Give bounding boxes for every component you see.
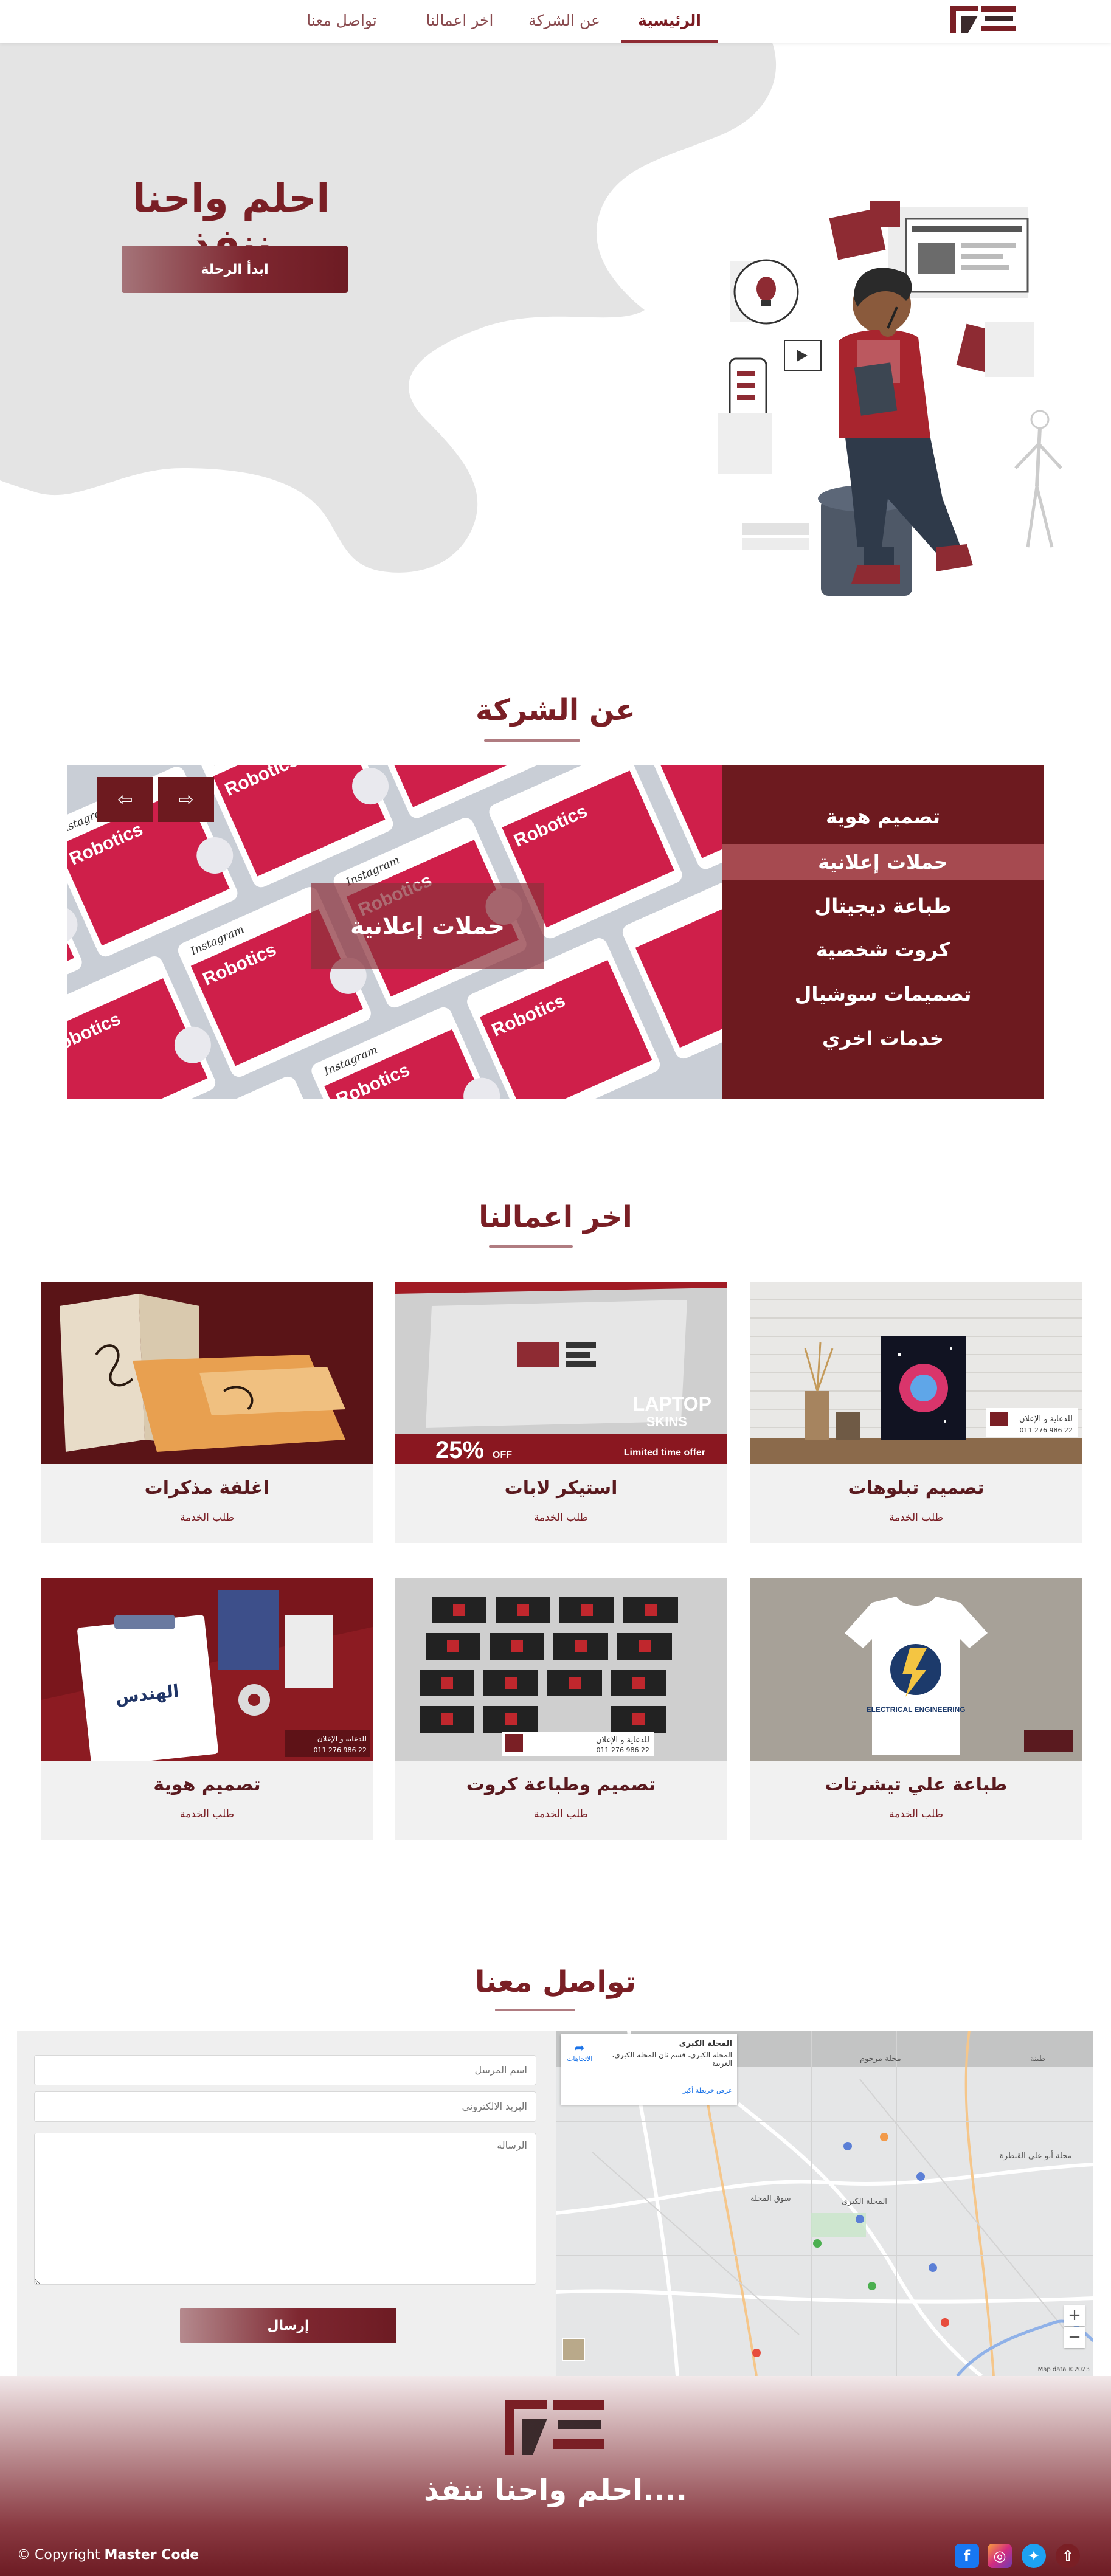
- footer-logo: [505, 2400, 604, 2455]
- svg-text:SKINS: SKINS: [646, 1414, 687, 1429]
- work-card: ELECTRICAL ENGINEERING طباعة علي تيشرتات…: [750, 1578, 1082, 1840]
- svg-text:للدعاية و الإعلان: للدعاية و الإعلان: [317, 1735, 367, 1744]
- service-item-other[interactable]: خدمات اخري: [722, 1020, 1044, 1057]
- works-title-underline: [489, 1245, 573, 1248]
- svg-text:للدعاية و الإعلان: للدعاية و الإعلان: [1019, 1415, 1073, 1424]
- svg-text:للدعاية و الإعلان: للدعاية و الإعلان: [596, 1736, 649, 1745]
- about-section-title: عن الشركة: [476, 693, 635, 727]
- slider-prev-arrow-icon[interactable]: ⇦: [97, 777, 153, 822]
- contact-section: إرسال: [17, 2031, 1093, 2376]
- hero-section: احلم واحنا ننفذ ابدأ الرحلة: [0, 43, 1111, 608]
- top-navbar: الرئيسية عن الشركة اخر اعمالنا تواصل معن…: [0, 0, 1111, 43]
- work-card-title: طباعة علي تيشرتات: [825, 1774, 1008, 1795]
- work-card: للدعاية و الإعلان 011 276 986 22 تصميم ت…: [750, 1282, 1082, 1543]
- work-card: للدعاية و الإعلان 011 276 986 22 تصميم و…: [395, 1578, 727, 1840]
- copyright-brand: Master Code: [104, 2547, 199, 2563]
- tshirt-print-image: ELECTRICAL ENGINEERING: [750, 1578, 1082, 1761]
- work-card: الهندس للدعاية و الإعلان 011 276 986 22 …: [41, 1578, 373, 1840]
- svg-text:011 276 986 22: 011 276 986 22: [597, 1746, 649, 1754]
- contact-title-underline: [495, 2009, 575, 2011]
- work-card-title: تصميم تبلوهات: [848, 1477, 985, 1499]
- start-journey-button[interactable]: ابدأ الرحلة: [122, 246, 348, 293]
- work-card: اغلفة مذكرات طلب الخدمة: [41, 1282, 373, 1543]
- about-title-underline: [484, 739, 580, 742]
- request-service-link[interactable]: طلب الخدمة: [750, 1511, 1082, 1524]
- notebook-covers-image: [41, 1282, 373, 1464]
- instagram-icon[interactable]: ◎: [988, 2544, 1012, 2568]
- work-card-title: اغلفة مذكرات: [144, 1477, 270, 1499]
- request-service-link[interactable]: طلب الخدمة: [750, 1808, 1082, 1820]
- svg-text:011 276 986 22: 011 276 986 22: [314, 1746, 367, 1754]
- zoom-in-icon[interactable]: +: [1064, 2305, 1085, 2326]
- copyright-prefix: © Copyright: [17, 2547, 100, 2563]
- site-footer: احلم واحنا ننفذ.... © Copyright Master C…: [0, 2376, 1111, 2576]
- map-satellite-toggle[interactable]: [562, 2338, 585, 2361]
- brand-identity-image: الهندس للدعاية و الإعلان 011 276 986 22: [41, 1578, 373, 1761]
- nav-link-works[interactable]: اخر اعمالنا: [411, 9, 508, 33]
- work-card-title: تصميم وطباعة كروت: [466, 1774, 656, 1795]
- work-card-title: تصميم هوية: [153, 1774, 261, 1795]
- svg-text:محلة مرحوم: محلة مرحوم: [860, 2054, 901, 2063]
- canvas-painting-image: للدعاية و الإعلان 011 276 986 22: [750, 1282, 1082, 1464]
- service-item-social-designs[interactable]: تصميمات سوشيال: [722, 976, 1044, 1012]
- service-item-digital-print[interactable]: طباعة ديجيتال: [722, 888, 1044, 924]
- work-card: LAPTOP SKINS 25% OFF Limited time offer …: [395, 1282, 727, 1543]
- svg-text:طبنة: طبنة: [1030, 2054, 1045, 2063]
- work-card-title: استيكر لابات: [504, 1477, 618, 1499]
- send-button[interactable]: إرسال: [180, 2308, 396, 2343]
- google-map[interactable]: المحلة الكبرى محلة أبو علي القنطرة سوق ا…: [556, 2031, 1093, 2376]
- map-place-card: المحلة الكبرى المحلة الكبرى، قسم ثان الم…: [561, 2034, 737, 2105]
- nav-link-about[interactable]: عن الشركة: [522, 9, 607, 33]
- svg-text:محلة أبو علي القنطرة: محلة أبو علي القنطرة: [1000, 2150, 1072, 2161]
- view-larger-map-link[interactable]: عرض خريطة أكبر: [683, 2087, 732, 2094]
- thinking-man-illustration: [718, 201, 1062, 596]
- request-service-link[interactable]: طلب الخدمة: [395, 1511, 727, 1524]
- svg-text:011 276 986 22: 011 276 986 22: [1020, 1426, 1073, 1434]
- sender-name-field[interactable]: [34, 2055, 536, 2085]
- contact-section-title: تواصل معنا: [475, 1965, 636, 1999]
- svg-text:Limited time offer: Limited time offer: [624, 1448, 705, 1458]
- svg-text:25%: 25%: [435, 1437, 484, 1463]
- services-menu: تصميم هوية حملات إعلانية طباعة ديجيتال ك…: [722, 765, 1044, 1099]
- svg-text:LAPTOP: LAPTOP: [633, 1393, 711, 1415]
- directions-icon: ➦: [574, 2040, 585, 2055]
- service-item-identity[interactable]: تصميم هوية: [722, 798, 1044, 835]
- svg-text:سوق المحلة: سوق المحلة: [750, 2194, 791, 2203]
- request-service-link[interactable]: طلب الخدمة: [41, 1511, 373, 1524]
- svg-text:OFF: OFF: [493, 1450, 512, 1460]
- facebook-icon[interactable]: f: [955, 2544, 979, 2568]
- directions-link[interactable]: ➦ الاتجاهات: [567, 2040, 592, 2063]
- about-slider: Robotics Robotics Robotics Robotics Robo…: [67, 765, 722, 1099]
- business-cards-image: للدعاية و الإعلان 011 276 986 22: [395, 1578, 727, 1761]
- copyright: © Copyright Master Code: [17, 2547, 199, 2563]
- footer-tagline: احلم واحنا ننفذ....: [423, 2473, 688, 2507]
- nav-link-home[interactable]: الرئيسية: [621, 9, 718, 43]
- request-service-link[interactable]: طلب الخدمة: [395, 1808, 727, 1820]
- hero-background-blob: [0, 43, 777, 573]
- slider-next-arrow-icon[interactable]: ⇨: [158, 777, 214, 822]
- message-field[interactable]: [34, 2133, 536, 2285]
- slide-caption: حملات إعلانية: [311, 883, 544, 969]
- about-section: Robotics Robotics Robotics Robotics Robo…: [67, 765, 1044, 1099]
- request-service-link[interactable]: طلب الخدمة: [41, 1808, 373, 1820]
- laptop-skins-image: LAPTOP SKINS 25% OFF Limited time offer: [395, 1282, 727, 1464]
- service-item-ad-campaigns[interactable]: حملات إعلانية: [722, 844, 1044, 880]
- scroll-to-top-icon[interactable]: ⇧: [1056, 2544, 1080, 2568]
- nav-link-contact[interactable]: تواصل معنا: [293, 9, 390, 33]
- zoom-out-icon[interactable]: −: [1064, 2327, 1085, 2348]
- email-field[interactable]: [34, 2091, 536, 2122]
- twitter-icon[interactable]: ✦: [1022, 2544, 1046, 2568]
- map-place-address: المحلة الكبرى، قسم ثان المحلة الكبرى، ال…: [612, 2051, 732, 2068]
- svg-text:ELECTRICAL ENGINEERING: ELECTRICAL ENGINEERING: [866, 1705, 965, 1714]
- works-section-title: اخر اعمالنا: [479, 1200, 632, 1234]
- service-item-business-cards[interactable]: كروت شخصية: [722, 931, 1044, 968]
- svg-text:Map data ©2023: Map data ©2023: [1038, 2366, 1090, 2373]
- svg-text:المحلة الكبرى: المحلة الكبرى: [842, 2197, 887, 2206]
